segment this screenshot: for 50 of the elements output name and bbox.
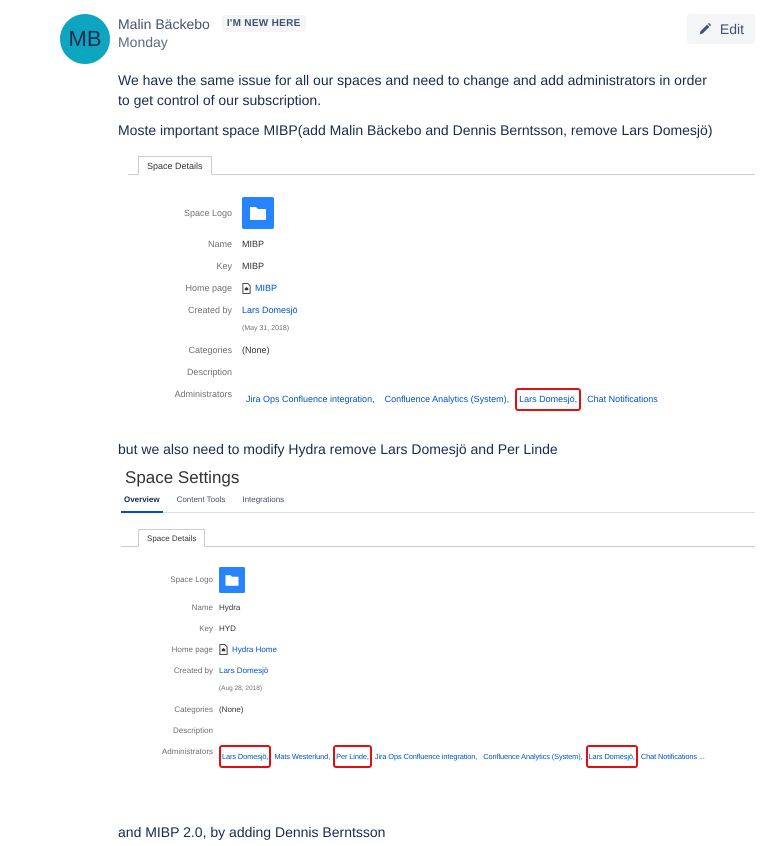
field-value: (None) [242, 344, 270, 357]
space-details-tab[interactable]: Space Details [138, 156, 212, 175]
page-icon [242, 283, 251, 294]
field-label: Description [186, 366, 232, 379]
user-link[interactable]: Lars Domesjö [219, 664, 268, 677]
field-label: Created by [172, 665, 213, 677]
nav-tab[interactable]: Overview [121, 495, 163, 513]
field-value: MIBP [242, 260, 264, 273]
new-user-badge: I'M NEW HERE [222, 15, 306, 32]
field-label: Categories [173, 704, 213, 716]
paragraph: but we also need to modify Hydra remove Lars Domesjö and Per Linde [118, 440, 559, 459]
user-link[interactable]: Lars Domesjö [242, 304, 298, 317]
page-icon [219, 644, 228, 655]
field-value: (None) [219, 704, 244, 716]
page-title: Space Settings [125, 467, 240, 489]
paragraph: and MIBP 2.0, by adding Dennis Berntsson [118, 823, 386, 842]
author-name[interactable]: Malin Bäckebo [118, 16, 210, 32]
folder-icon [219, 567, 245, 593]
paragraph: We have the same issue for all our spaces and need to change and add administrators in order to get control of our subscription. [118, 71, 708, 110]
admin-link[interactable]: Confluence Analytics (System), [380, 388, 514, 411]
field-label: Home page [184, 282, 232, 295]
page-link[interactable]: MIBP [255, 282, 278, 295]
admin-link[interactable]: Lars Domesjö, [515, 388, 582, 411]
avatar: MB [60, 14, 110, 64]
field-value: HYD [219, 623, 236, 635]
paragraph: Moste important space MIBP(add Malin Bäckebo and Dennis Berntsson, remove Lars Domesjö) [118, 121, 714, 140]
field-label: Home page [170, 644, 213, 656]
field-value: Hydra [219, 602, 240, 614]
folder-icon [242, 197, 274, 229]
field-label: Space Logo [169, 574, 213, 586]
edit-button[interactable]: Edit [686, 14, 755, 44]
field-label: Name [190, 602, 213, 614]
field-value: MIBP [242, 238, 264, 251]
nav-tab[interactable]: Content Tools [174, 495, 228, 513]
field-label: Description [172, 725, 213, 737]
field-label: Key [198, 623, 213, 635]
admin-link[interactable]: Jira Ops Confluence integration, [242, 388, 379, 411]
nav-tab[interactable]: Integrations [239, 495, 288, 513]
field-label: Key [215, 260, 232, 273]
field-label: Space Logo [182, 207, 232, 220]
space-details-tab[interactable]: Space Details [138, 529, 206, 547]
page-link[interactable]: Hydra Home [232, 643, 277, 656]
admin-link[interactable]: Chat Notifications [583, 388, 662, 411]
post-date: Monday [118, 34, 169, 50]
field-label: Name [206, 238, 232, 251]
pencil-icon [698, 22, 712, 36]
field-label: Categories [187, 344, 232, 357]
field-label: Created by [186, 304, 232, 317]
field-label: Administrators [173, 388, 232, 401]
field-label: Administrators [160, 746, 213, 758]
